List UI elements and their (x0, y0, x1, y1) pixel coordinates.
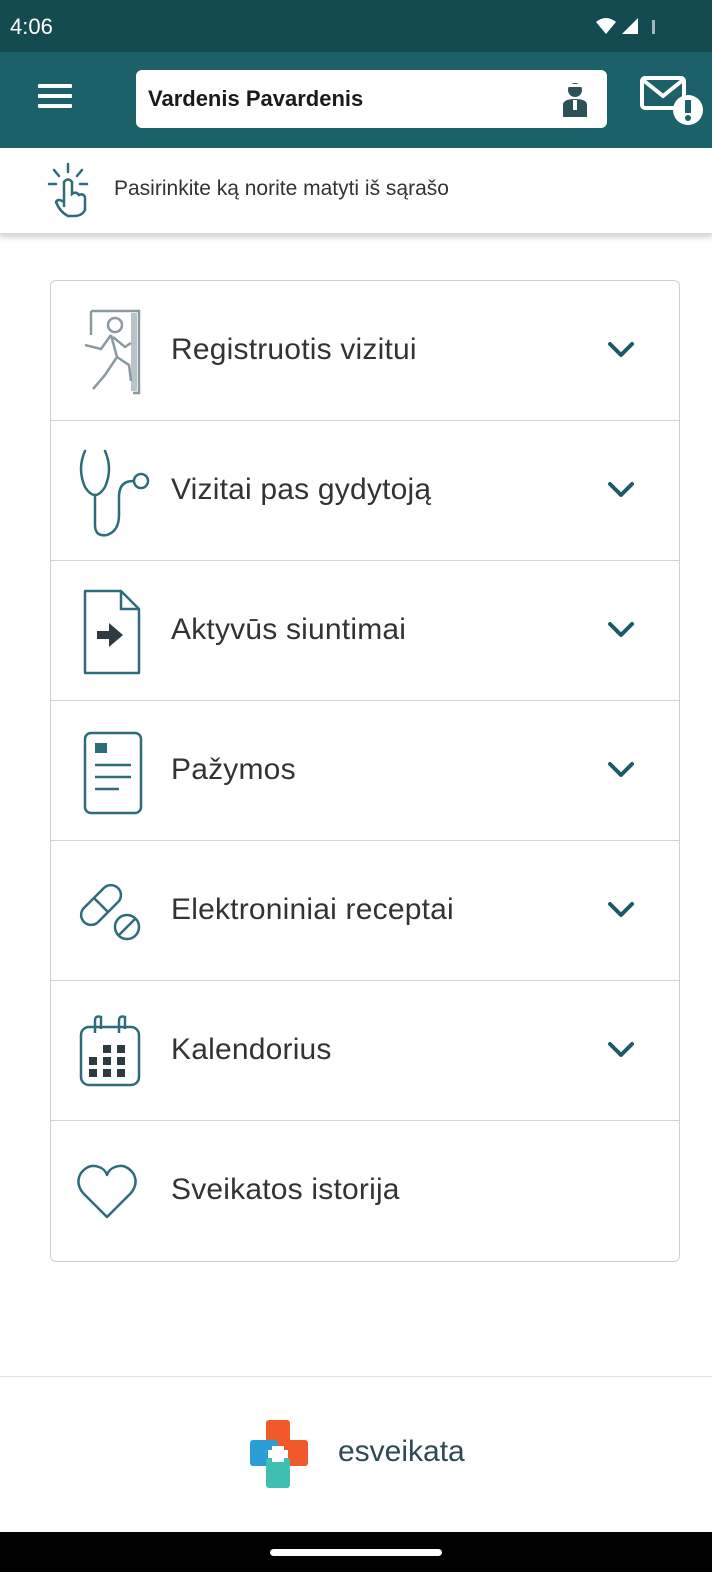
hamburger-menu-icon[interactable] (38, 84, 72, 114)
referral-document-icon (83, 589, 141, 675)
chevron-down-icon (608, 762, 634, 777)
menu-item-pazymos[interactable]: Pažymos (51, 701, 679, 841)
user-selector[interactable]: Vardenis Pavardenis (136, 70, 607, 128)
esveikata-logo-icon (250, 1420, 308, 1488)
chevron-down-icon (608, 342, 634, 357)
chevron-down-icon (608, 902, 634, 917)
stethoscope-icon (79, 449, 150, 537)
chevron-down-icon (608, 1042, 634, 1057)
system-navigation-bar (0, 1532, 712, 1572)
menu-item-label: Sveikatos istorija (171, 1173, 400, 1206)
menu-item-label: Pažymos (171, 753, 296, 786)
signal-wifi-icon (596, 18, 655, 34)
menu-item-label: Aktyvūs siuntimai (171, 613, 407, 646)
menu-item-aktyvus-siuntimai[interactable]: Aktyvūs siuntimai (51, 561, 679, 701)
hint-bar: Pasirinkite ką norite matyti iš sąrašo (0, 148, 712, 234)
pills-icon (79, 883, 141, 941)
chevron-down-icon (608, 622, 634, 637)
brand-name: esveikata (338, 1435, 465, 1468)
doctor-icon (563, 83, 587, 117)
footer-divider (0, 1376, 712, 1377)
walk-in-door-icon (84, 309, 141, 395)
status-time: 4:06 (10, 14, 53, 39)
tap-hand-icon (47, 162, 89, 218)
hint-text: Pasirinkite ką norite matyti iš sąrašo (114, 177, 449, 200)
menu-item-label: Kalendorius (171, 1033, 332, 1066)
menu-item-label: Vizitai pas gydytoją (171, 473, 432, 506)
heart-icon (77, 1164, 137, 1219)
app-bar: Vardenis Pavardenis (0, 52, 712, 148)
certificate-document-icon (83, 731, 143, 815)
home-gesture-handle[interactable] (270, 1549, 442, 1556)
menu-item-label: Elektroniniai receptai (171, 893, 454, 926)
user-name: Vardenis Pavardenis (148, 86, 364, 111)
menu-item-kalendorius[interactable]: Kalendorius (51, 981, 679, 1121)
menu-item-registruotis-vizitui[interactable]: Registruotis vizitui (51, 281, 679, 421)
menu-item-vizitai-pas-gydytoja[interactable]: Vizitai pas gydytoją (51, 421, 679, 561)
status-bar: 4:06 (0, 0, 712, 52)
menu-card: Registruotis vizitui Vizitai pas gydytoj… (50, 280, 680, 1262)
chevron-down-icon (608, 482, 634, 497)
menu-item-label: Registruotis vizitui (171, 333, 417, 366)
menu-item-sveikatos-istorija[interactable]: Sveikatos istorija (51, 1121, 679, 1261)
calendar-icon (79, 1015, 141, 1087)
messages-alert-icon[interactable] (638, 70, 706, 128)
menu-item-elektroniniai-receptai[interactable]: Elektroniniai receptai (51, 841, 679, 981)
